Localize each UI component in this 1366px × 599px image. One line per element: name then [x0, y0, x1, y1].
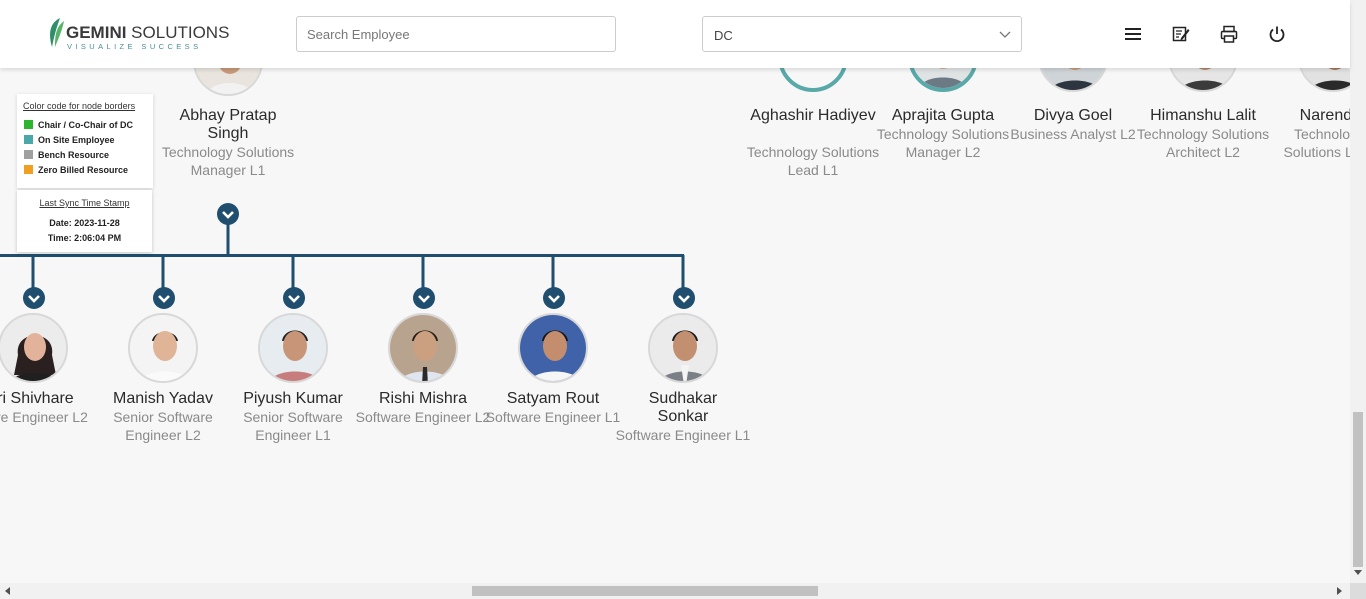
avatar — [128, 313, 198, 383]
horizontal-scroll-thumb[interactable] — [472, 586, 818, 596]
horizontal-scrollbar[interactable] — [0, 583, 1350, 599]
dc-select[interactable]: DC — [702, 16, 1022, 52]
avatar — [518, 313, 588, 383]
node-name: Satyam Rout — [506, 390, 600, 407]
hamburger-menu-icon[interactable] — [1123, 24, 1143, 44]
dc-select-value: DC — [714, 28, 733, 43]
chevron-down-icon — [28, 295, 40, 303]
node-role: Business Analyst L2 — [1010, 126, 1136, 142]
node-name: Manish Yadav — [113, 390, 213, 407]
legend-title: Color code for node borders — [23, 101, 136, 111]
node-role: Software Engineer L1 — [615, 427, 751, 443]
sync-title: Last Sync Time Stamp — [39, 198, 130, 208]
node-role: Technology Solutions Architect L2 — [1136, 126, 1270, 160]
scroll-left-arrow-icon[interactable] — [5, 587, 11, 595]
avatar — [258, 313, 328, 383]
avatar — [193, 68, 263, 96]
expand-toggle-parent[interactable] — [217, 203, 239, 225]
chevron-down-icon — [418, 295, 430, 303]
expand-toggle[interactable] — [413, 287, 435, 309]
chevron-down-icon — [222, 211, 234, 219]
vertical-scrollbar[interactable] — [1350, 0, 1366, 583]
node-name: Sudhakar Sonkar — [648, 390, 718, 425]
vertical-scroll-thumb[interactable] — [1353, 412, 1363, 567]
logo-leaf-icon — [50, 18, 64, 47]
chevron-down-icon — [678, 295, 690, 303]
scroll-right-arrow-icon[interactable] — [1337, 587, 1343, 595]
expand-toggle[interactable] — [153, 287, 175, 309]
node-name: Himanshu Lalit — [1150, 107, 1256, 124]
node-name: Aghashir Hadiyev — [750, 107, 876, 124]
power-icon[interactable] — [1267, 24, 1287, 44]
node-name: Divya Goel — [1033, 107, 1113, 124]
legend-item: On Site Employee — [24, 135, 115, 147]
company-logo[interactable]: GEMINI SOLUTIONS VISUALIZE SUCCESS — [46, 17, 229, 53]
expand-toggle[interactable] — [23, 287, 45, 309]
expand-toggle[interactable] — [283, 287, 305, 309]
node-role: ware Engineer L2 — [0, 409, 88, 425]
org-chart-canvas[interactable]: Abhay Pratap Singh Technology Solutions … — [0, 68, 1350, 583]
logo-text: GEMINI SOLUTIONS — [66, 23, 230, 42]
node-role: Software Engineer L2 — [355, 409, 491, 425]
node-role: Senior Software Engineer L1 — [243, 409, 343, 443]
border-color-legend: Color code for node borders Chair / Co-C… — [17, 94, 153, 188]
node-role: Technology Solutions Manager L2 — [876, 126, 1010, 160]
chevron-down-icon — [548, 295, 560, 303]
legend-item: Zero Billed Resource — [24, 165, 128, 177]
legend-item: Bench Resource — [24, 150, 109, 162]
node-name: Piyush Kumar — [243, 390, 343, 407]
node-role: Senior Software Engineer L2 — [113, 409, 213, 443]
node-name: Abhay Pratap Singh — [179, 107, 277, 142]
sync-date: Date: 2023-11-28 — [49, 218, 120, 228]
expand-toggle[interactable] — [543, 287, 565, 309]
top-header: GEMINI SOLUTIONS VISUALIZE SUCCESS DC — [0, 0, 1350, 68]
node-role: Technolo Solutions Le — [1283, 126, 1350, 160]
scrollbar-corner — [1350, 583, 1366, 599]
chevron-down-icon — [288, 295, 300, 303]
node-name: uri Shivhare — [0, 390, 74, 407]
node-role: Technology Solutions Lead L1 — [746, 144, 880, 178]
avatar — [0, 313, 68, 383]
last-sync-box: Last Sync Time Stamp Date: 2023-11-28 Ti… — [17, 190, 152, 252]
edit-note-icon[interactable] — [1171, 24, 1191, 44]
chevron-down-icon — [158, 295, 170, 303]
chevron-down-icon — [999, 31, 1011, 38]
node-role: Software Engineer L1 — [485, 409, 621, 425]
printer-icon[interactable] — [1219, 24, 1239, 44]
node-name: Narendra — [1299, 107, 1350, 124]
node-name: Rishi Mishra — [378, 390, 467, 407]
sync-time: Time: 2:06:04 PM — [47, 233, 122, 243]
scroll-down-arrow-icon[interactable] — [1354, 570, 1362, 576]
expand-toggle[interactable] — [673, 287, 695, 309]
search-employee-input[interactable] — [296, 16, 616, 52]
avatar — [388, 313, 458, 383]
org-node-parent[interactable]: Abhay Pratap Singh Technology Solutions … — [162, 68, 294, 202]
logo-tagline: VISUALIZE SUCCESS — [67, 42, 202, 51]
avatar — [648, 313, 718, 383]
legend-item: Chair / Co-Chair of DC — [24, 120, 133, 132]
node-role: Technology Solutions Manager L1 — [161, 144, 295, 178]
node-name: Aprajita Gupta — [891, 107, 995, 124]
